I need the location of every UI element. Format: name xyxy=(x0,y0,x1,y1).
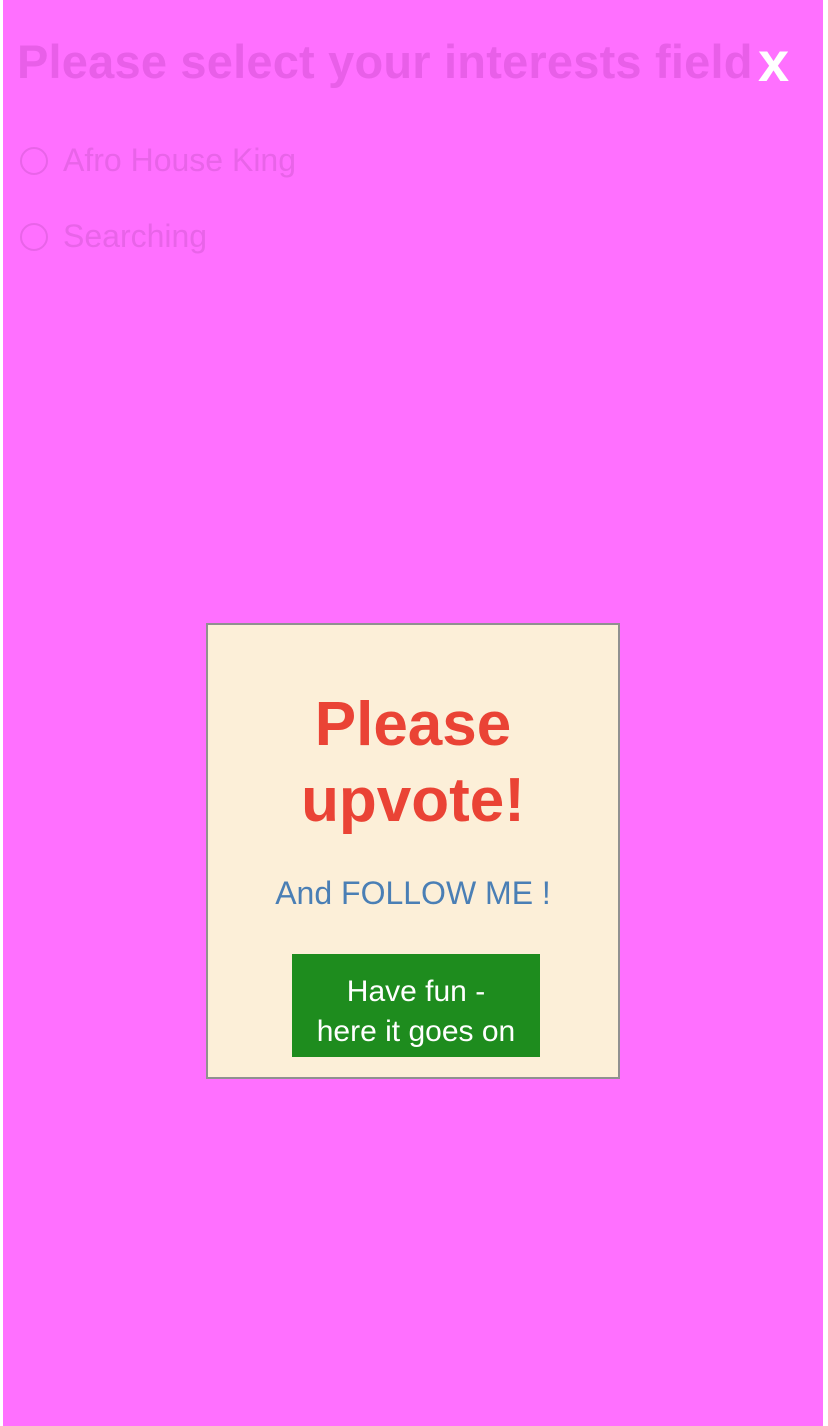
radio-button[interactable] xyxy=(20,222,48,251)
radio-button[interactable] xyxy=(20,146,48,175)
close-button[interactable]: x xyxy=(758,34,789,90)
page-title: Please select your interests field xyxy=(17,35,753,88)
option-afro-house-king[interactable]: Afro House King xyxy=(20,142,296,179)
option-label: Afro House King xyxy=(63,142,297,178)
continue-button-line-2: here it goes on xyxy=(316,1014,516,1048)
option-searching[interactable]: Searching xyxy=(20,218,207,255)
modal-title: Please upvote! xyxy=(208,687,618,839)
modal-title-line-2: upvote! xyxy=(301,766,525,835)
continue-button[interactable]: Have fun - here it goes on xyxy=(292,954,540,1057)
app-screen: Please select your interests field x Afr… xyxy=(3,0,823,1426)
continue-button-line-1: Have fun - xyxy=(346,974,486,1008)
upvote-modal: Please upvote! And FOLLOW ME ! Have fun … xyxy=(206,623,620,1079)
modal-subtitle: And FOLLOW ME ! xyxy=(275,875,551,911)
option-label: Searching xyxy=(63,218,208,254)
modal-title-line-1: Please xyxy=(314,690,512,759)
